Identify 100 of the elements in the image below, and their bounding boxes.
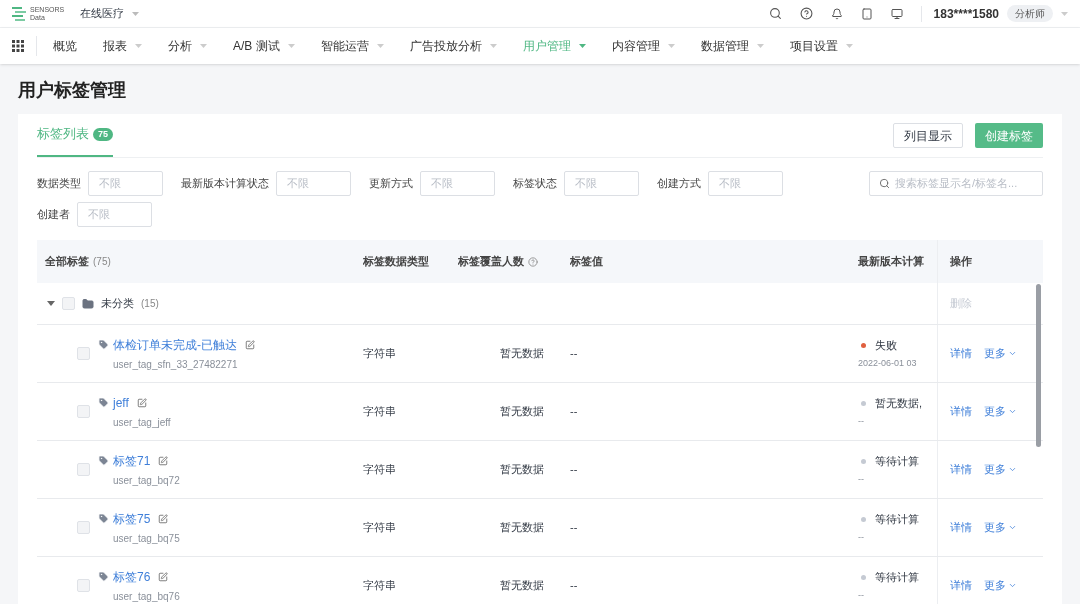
chevron-down-icon — [1008, 465, 1017, 474]
checkbox[interactable] — [77, 347, 90, 360]
tag-name-link[interactable]: 标签76 — [113, 567, 151, 586]
more-menu[interactable]: 更多 — [984, 403, 1017, 420]
checkbox[interactable] — [77, 405, 90, 418]
caret-icon — [667, 44, 675, 48]
detail-link[interactable]: 详情 — [950, 403, 972, 420]
coverage: 暂无数据 — [500, 520, 544, 536]
filter-label: 标签状态 — [513, 176, 557, 192]
column-header: 最新版本计算 — [858, 254, 924, 270]
coverage: 暂无数据 — [500, 578, 544, 594]
page-title: 用户标签管理 — [18, 79, 127, 102]
tag-value: -- — [570, 346, 578, 362]
nav-tab[interactable]: 内容管理 — [611, 37, 675, 55]
tablet-icon[interactable] — [860, 7, 873, 20]
tag-icon — [98, 571, 109, 582]
data-type: 字符串 — [363, 404, 396, 420]
nav-tab[interactable]: 数据管理 — [700, 37, 764, 55]
tag-icon — [98, 455, 109, 466]
column-display-button[interactable]: 列目显示 — [893, 123, 963, 148]
data-type: 字符串 — [363, 578, 396, 594]
caret-icon — [200, 44, 207, 48]
nav-tab[interactable]: 概览 — [53, 37, 77, 55]
count-badge: 75 — [93, 127, 113, 141]
checkbox[interactable] — [77, 463, 90, 476]
nav-tab[interactable]: 智能运营 — [320, 37, 384, 55]
tag-value: -- — [570, 578, 578, 594]
scrollbar[interactable] — [1036, 284, 1041, 447]
calc-time: -- — [858, 472, 865, 486]
tag-icon — [98, 513, 109, 524]
group-count: (15) — [141, 297, 159, 311]
checkbox[interactable] — [77, 579, 90, 592]
tag-name-link[interactable]: 体检订单未完成-已触达 — [113, 335, 237, 354]
status-text: 失败 — [875, 338, 897, 353]
bell-icon[interactable] — [830, 7, 843, 20]
data-type: 字符串 — [363, 520, 396, 536]
caret-icon — [376, 44, 384, 48]
edit-icon[interactable] — [136, 397, 147, 408]
chevron-down-icon — [1008, 407, 1017, 416]
project-selector[interactable]: 在线医疗 — [80, 5, 140, 22]
apps-grid-icon[interactable] — [12, 40, 24, 52]
nav-tab[interactable]: 分析 — [168, 37, 207, 55]
more-menu[interactable]: 更多 — [984, 461, 1017, 478]
tag-key: user_tag_sfn_33_27482271 — [98, 356, 255, 372]
user-account[interactable]: 183****1580 — [933, 4, 999, 23]
caret-icon — [489, 44, 497, 48]
monitor-icon[interactable] — [890, 7, 903, 20]
status-text: 暂无数据, — [875, 396, 923, 411]
more-menu[interactable]: 更多 — [984, 519, 1017, 536]
nav-tab[interactable]: A/B 测试 — [233, 37, 295, 55]
role-badge: 分析师 — [1007, 5, 1053, 22]
detail-link[interactable]: 详情 — [950, 345, 972, 362]
chevron-down-icon — [1008, 581, 1017, 590]
create-tag-button[interactable]: 创建标签 — [975, 123, 1043, 148]
checkbox[interactable] — [77, 521, 90, 534]
caret-icon — [578, 44, 586, 48]
checkbox[interactable] — [62, 297, 75, 310]
tag-key: user_tag_bq76 — [98, 588, 180, 604]
tag-name-link[interactable]: 标签71 — [113, 451, 151, 470]
status-text: 等待计算 — [875, 512, 919, 527]
search-icon[interactable] — [768, 7, 782, 20]
search-icon — [879, 178, 890, 189]
edit-icon[interactable] — [158, 513, 169, 524]
caret-icon — [845, 44, 853, 48]
more-menu[interactable]: 更多 — [984, 577, 1017, 594]
tag-value: -- — [570, 520, 578, 536]
tag-key: user_tag_jeff — [98, 414, 171, 430]
nav-tab[interactable]: 广告投放分析 — [409, 37, 497, 55]
column-header: 标签数据类型 — [363, 254, 429, 270]
collapse-caret-icon[interactable] — [47, 301, 55, 306]
help-icon[interactable] — [799, 7, 813, 20]
caret-icon — [1061, 11, 1068, 16]
edit-icon[interactable] — [158, 571, 169, 582]
detail-link[interactable]: 详情 — [950, 461, 972, 478]
filter-label: 创建方式 — [657, 176, 701, 192]
more-menu[interactable]: 更多 — [984, 345, 1017, 362]
tag-name-link[interactable]: jeff — [113, 393, 129, 412]
search-placeholder: 搜索标签显示名/标签名... — [895, 176, 1018, 192]
filter-label: 创建者 — [37, 207, 70, 223]
detail-link[interactable]: 详情 — [950, 577, 972, 594]
tag-value: -- — [570, 462, 578, 478]
status-text: 等待计算 — [875, 570, 919, 585]
coverage: 暂无数据 — [500, 404, 544, 420]
calc-time: -- — [858, 588, 865, 602]
data-type: 字符串 — [363, 346, 396, 362]
filter-label: 数据类型 — [37, 176, 81, 192]
nav-tab[interactable]: 报表 — [103, 37, 142, 55]
detail-link[interactable]: 详情 — [950, 519, 972, 536]
nav-tab[interactable]: 用户管理 — [522, 37, 586, 55]
tag-name-link[interactable]: 标签75 — [113, 509, 151, 528]
edit-icon[interactable] — [245, 339, 255, 350]
caret-icon — [135, 44, 142, 48]
column-header: 标签值 — [570, 254, 603, 270]
caret-icon — [756, 44, 764, 48]
nav-tab[interactable]: 项目设置 — [789, 37, 853, 55]
column-header: 标签覆盖人数 — [458, 254, 524, 270]
edit-icon[interactable] — [158, 455, 169, 466]
tab[interactable]: 标签列表 75 — [37, 113, 113, 157]
column-count: (75) — [93, 255, 111, 269]
tag-key: user_tag_bq75 — [98, 530, 180, 546]
